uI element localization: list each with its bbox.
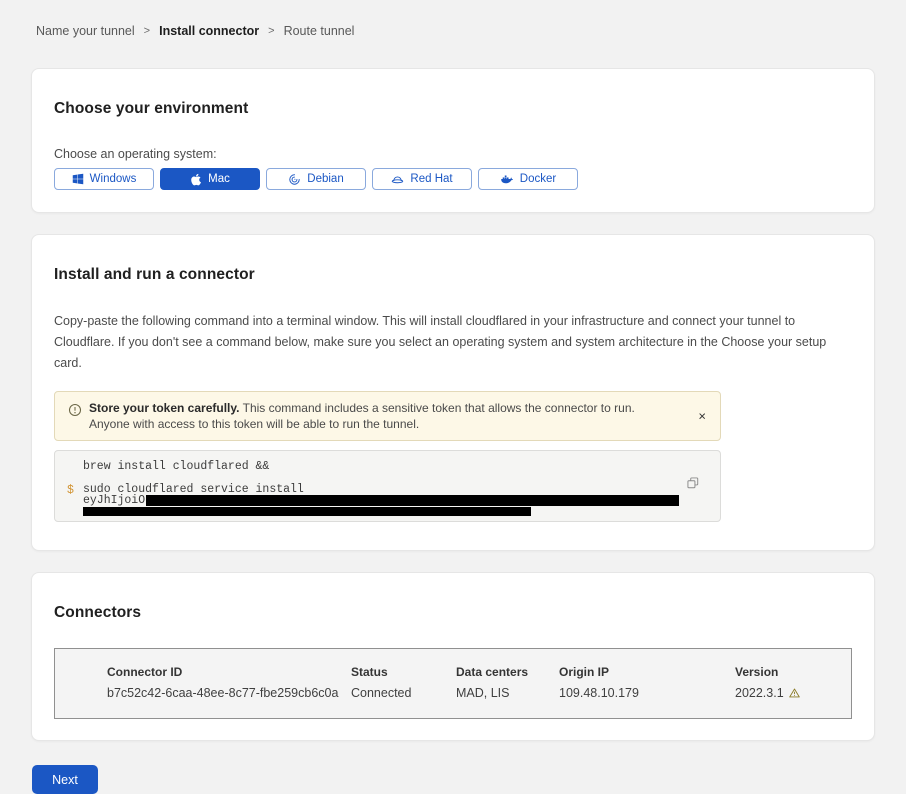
connector-id-value: b7c52c42-6caa-48ee-8c77-fbe259cb6c0a [107,686,351,700]
os-button-redhat[interactable]: Red Hat [372,168,472,190]
code-line-4 [83,506,679,517]
next-button[interactable]: Next [32,765,98,794]
token-warning-banner: Store your token carefully. This command… [54,391,721,441]
status-badge: Connected [351,686,456,700]
code-line-3: eyJhIjoiO [83,495,679,506]
apple-icon [190,173,202,186]
data-centers-value: MAD, LIS [456,686,559,700]
breadcrumb-step-name-your-tunnel[interactable]: Name your tunnel [36,24,135,38]
origin-ip-value: 109.48.10.179 [559,686,735,700]
install-card: Install and run a connector Copy-paste t… [31,234,875,551]
warning-title: Store your token carefully. [89,401,240,415]
connectors-card: Connectors Connector ID Status Data cent… [31,572,875,741]
os-button-group: Windows Mac Debian Red Hat Docker [54,168,852,190]
column-header-version: Version [735,665,841,679]
os-button-docker[interactable]: Docker [478,168,578,190]
breadcrumb-step-install-connector[interactable]: Install connector [159,24,259,38]
shell-prompt: $ [67,484,83,517]
breadcrumb-separator: > [268,25,274,37]
install-command-block[interactable]: brew install cloudflared && $ sudo cloud… [54,450,721,522]
version-number: 2022.3.1 [735,686,784,700]
warning-text: Store your token carefully. This command… [89,401,708,432]
warning-triangle-icon [789,687,800,701]
breadcrumb-separator: > [144,25,150,37]
breadcrumb: Name your tunnel > Install connector > R… [36,24,875,38]
copy-icon[interactable] [686,476,700,493]
os-button-label: Windows [90,173,137,185]
column-header-origin-ip: Origin IP [559,665,735,679]
os-button-label: Mac [208,173,230,185]
install-description: Copy-paste the following command into a … [54,311,852,374]
redacted-token-bar-1 [146,495,679,506]
column-header-data-centers: Data centers [456,665,559,679]
token-prefix: eyJhIjoiO [83,495,145,506]
windows-icon [72,173,84,185]
redhat-icon [391,173,404,186]
os-button-debian[interactable]: Debian [266,168,366,190]
install-card-title: Install and run a connector [54,266,852,284]
column-header-status: Status [351,665,456,679]
info-icon [68,403,82,422]
redacted-token-bar-2 [83,507,531,516]
debian-icon [288,173,301,186]
code-line-2: sudo cloudflared service install [83,484,679,495]
environment-card-title: Choose your environment [54,100,852,118]
code-line-1: brew install cloudflared && [83,460,269,473]
version-value: 2022.3.1 [735,686,841,700]
column-header-connector-id: Connector ID [107,665,351,679]
connectors-card-title: Connectors [54,604,852,622]
environment-card: Choose your environment Choose an operat… [31,68,875,213]
os-button-label: Docker [520,173,556,185]
tunnel-setup-page: Name your tunnel > Install connector > R… [0,0,906,740]
code-gutter [67,460,83,473]
os-button-mac[interactable]: Mac [160,168,260,190]
os-button-label: Red Hat [410,173,452,185]
table-row: b7c52c42-6caa-48ee-8c77-fbe259cb6c0a Con… [107,686,841,700]
os-button-windows[interactable]: Windows [54,168,154,190]
table-header-row: Connector ID Status Data centers Origin … [107,665,841,679]
breadcrumb-step-route-tunnel[interactable]: Route tunnel [284,24,355,38]
os-select-label: Choose an operating system: [54,147,852,161]
os-button-label: Debian [307,173,343,185]
connectors-table: Connector ID Status Data centers Origin … [54,648,852,719]
close-icon[interactable]: × [698,410,706,423]
docker-icon [500,173,514,185]
